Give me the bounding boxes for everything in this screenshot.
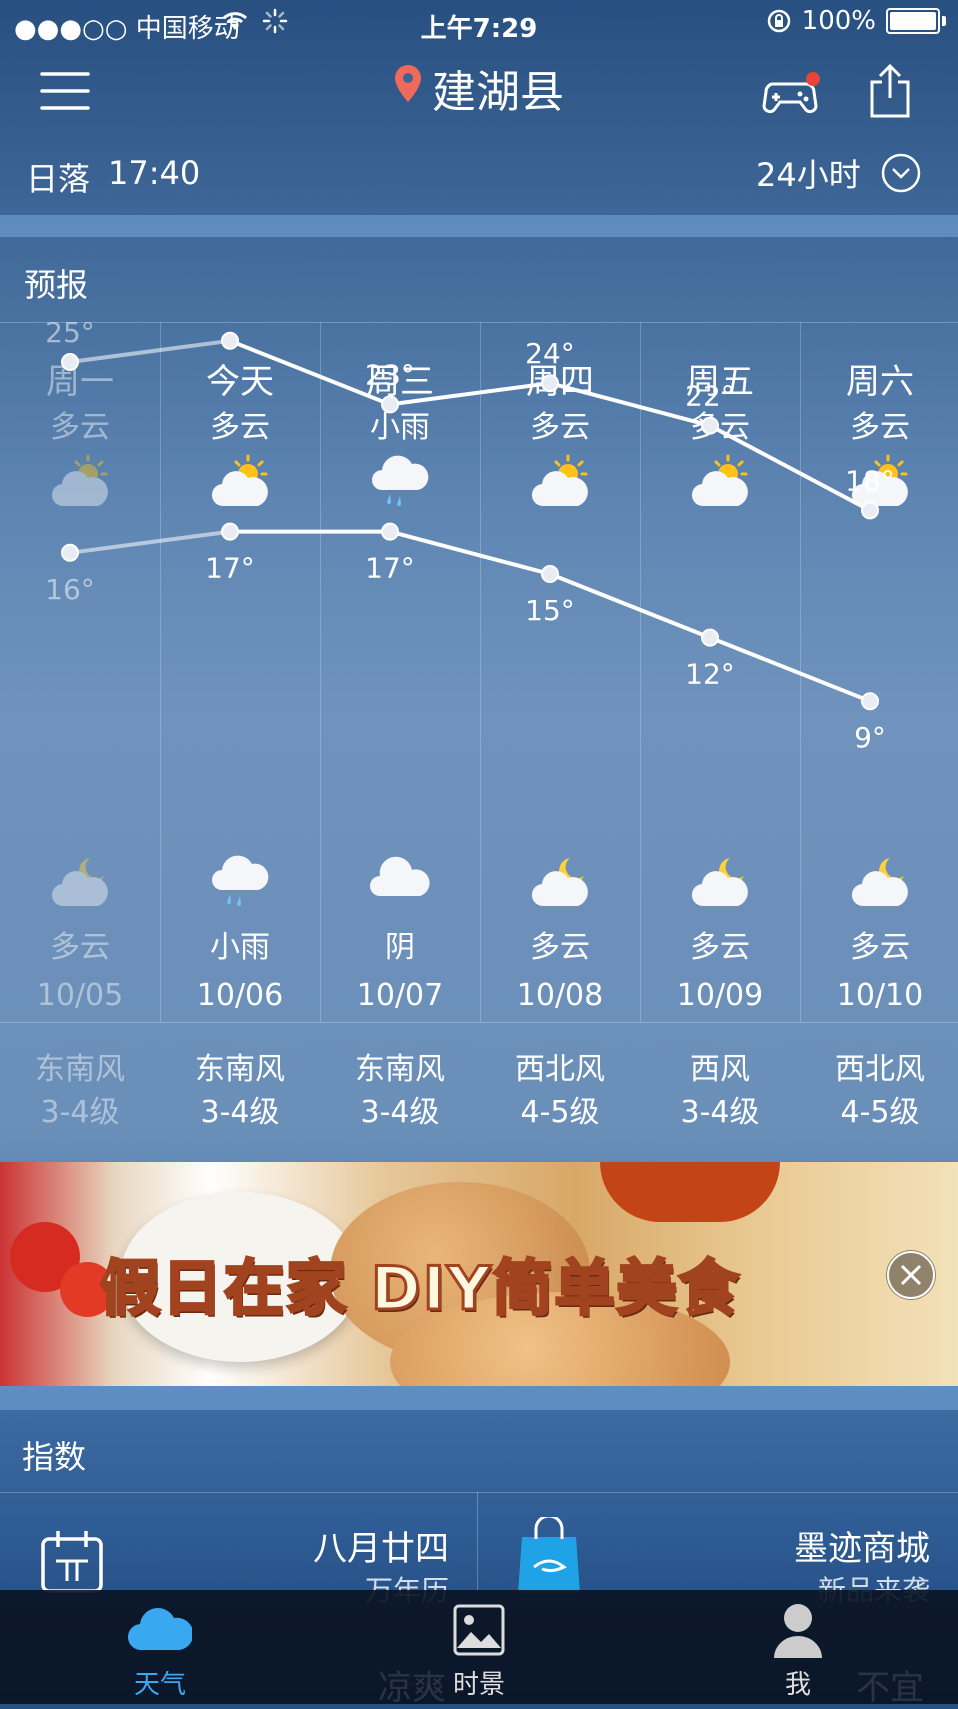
index-tiles: 八月廿四 万年历 墨迹商城 新品来袭 — [0, 1492, 958, 1607]
low-temp-point — [541, 565, 559, 583]
sun-label: 日落 — [26, 160, 91, 198]
wind-direction: 东南风 — [355, 1052, 445, 1087]
wind-level: 3-4级 — [40, 1095, 120, 1130]
app-header: 建湖县 — [0, 46, 958, 132]
low-temp-label: 12° — [685, 658, 735, 691]
sunset-time: 17:40 — [108, 154, 201, 192]
gamepad-icon[interactable] — [762, 66, 820, 116]
section-divider — [0, 1386, 958, 1410]
location-pin-icon — [394, 63, 422, 114]
notification-dot — [806, 72, 820, 86]
tab-weather-label: 天气 — [133, 1670, 186, 1700]
hourly-toggle[interactable]: 24小时 — [756, 150, 921, 196]
low-temp-label: 16° — [45, 573, 95, 606]
wind-direction: 东南风 — [35, 1052, 125, 1087]
picture-icon — [453, 1604, 505, 1656]
tab-bar: 凉爽 不宜 天气 时景 我 — [0, 1590, 958, 1708]
wind-level: 4-5级 — [840, 1095, 920, 1130]
lunar-date: 八月廿四 — [313, 1529, 449, 1569]
section-divider — [0, 215, 958, 237]
low-temp-point — [221, 522, 239, 541]
tab-weather[interactable]: 天气 — [60, 1590, 260, 1704]
high-temp-point — [701, 416, 719, 435]
tab-scenery[interactable]: 时景 — [379, 1590, 579, 1704]
low-temp-line-segment — [69, 529, 231, 555]
low-temp-label: 17° — [365, 552, 415, 585]
low-temp-point — [701, 628, 719, 647]
high-temp-point — [221, 331, 239, 350]
sunset-bar: 日落 17:40 24小时 — [0, 132, 958, 212]
wind-direction: 西北风 — [515, 1052, 605, 1087]
tab-me[interactable]: 我 — [698, 1590, 898, 1704]
share-icon[interactable] — [868, 62, 912, 118]
high-temp-point — [541, 374, 559, 393]
high-temp-point — [381, 395, 399, 414]
store-tile[interactable]: 墨迹商城 新品来袭 — [478, 1493, 958, 1607]
wind-level: 4-5级 — [520, 1095, 600, 1130]
status-bar: ●●●○○ 中国移动 上午7:29 100% — [0, 0, 958, 46]
close-icon[interactable] — [886, 1250, 936, 1300]
wind-level: 3-4级 — [360, 1095, 440, 1130]
low-temp-point — [381, 522, 399, 541]
high-temp-label: 24° — [525, 337, 575, 370]
tab-me-label: 我 — [784, 1670, 811, 1700]
location-name: 建湖县 — [432, 67, 564, 118]
wind-direction: 东南风 — [195, 1052, 285, 1087]
tab-scenery-label: 时景 — [452, 1670, 505, 1700]
high-temp-label: 18° — [845, 464, 895, 497]
person-icon — [774, 1604, 822, 1658]
battery-area: 100% — [766, 6, 946, 36]
low-temp-label: 17° — [205, 552, 255, 585]
temperature-chart: 25° 26° 23° 24° 22° 18° 16° 17° 17° 15° 12° 9° — [45, 322, 895, 754]
index-section-title: 指数 — [22, 1438, 87, 1476]
calendar-icon — [41, 1531, 103, 1593]
forecast-section-title: 预报 — [24, 266, 89, 304]
low-temp-label: 9° — [854, 721, 886, 754]
battery-percent: 100% — [801, 6, 876, 36]
battery-icon — [886, 8, 940, 34]
store-title: 墨迹商城 — [794, 1529, 930, 1569]
banner-text: 假日在家 DIY简单美食 — [98, 1253, 741, 1326]
high-temp-point — [61, 353, 79, 371]
rotation-lock-icon — [767, 9, 790, 33]
cloud-icon — [128, 1608, 192, 1651]
calendar-tile[interactable]: 八月廿四 万年历 — [0, 1493, 477, 1607]
wind-level: 3-4级 — [680, 1095, 760, 1130]
low-temp-point — [61, 543, 79, 562]
high-temp-label: 23° — [365, 358, 415, 391]
high-temp-label: 26° — [205, 322, 255, 328]
wind-direction: 西北风 — [835, 1052, 925, 1087]
shopping-bag-icon — [518, 1517, 580, 1593]
high-temp-point — [861, 501, 879, 520]
hourly-label: 24小时 — [756, 156, 861, 194]
low-temp-point — [861, 692, 879, 711]
wind-level: 3-4级 — [200, 1095, 280, 1130]
high-temp-label: 22° — [685, 380, 735, 413]
ad-banner[interactable]: 假日在家 DIY简单美食 — [0, 1162, 958, 1386]
high-temp-label: 25° — [45, 322, 95, 349]
low-temp-label: 15° — [525, 594, 575, 627]
chevron-down-icon — [881, 153, 920, 193]
wind-direction: 西风 — [690, 1052, 750, 1087]
tea-cup-decoration — [600, 1162, 780, 1222]
